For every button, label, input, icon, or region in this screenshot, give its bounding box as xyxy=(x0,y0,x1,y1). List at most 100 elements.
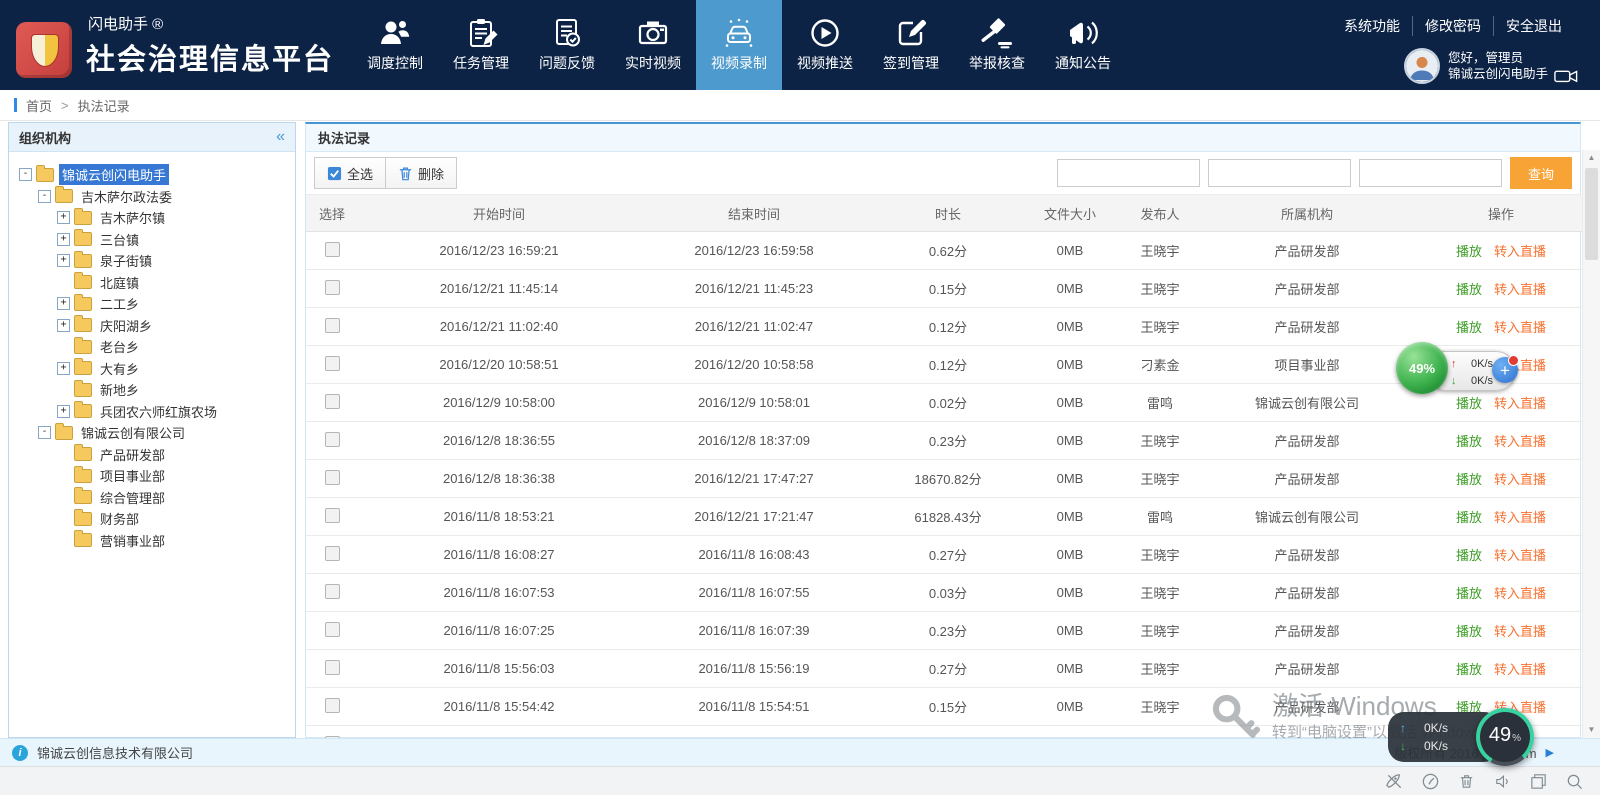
tree-expander-icon[interactable]: + xyxy=(57,405,70,418)
scroll-down-icon[interactable]: ▼ xyxy=(1583,722,1600,738)
live-link[interactable]: 转入直播 xyxy=(1494,472,1546,487)
status-expand-icon[interactable]: ▶ xyxy=(1546,746,1554,759)
search-input-3[interactable] xyxy=(1359,159,1502,187)
tree-node-label[interactable]: 营销事业部 xyxy=(97,530,168,551)
tree-node-label[interactable]: 产品研发部 xyxy=(97,444,168,465)
tree-node-label[interactable]: 三台镇 xyxy=(97,229,142,250)
row-checkbox[interactable] xyxy=(325,432,340,447)
row-checkbox[interactable] xyxy=(325,280,340,295)
vertical-scrollbar[interactable]: ▲ ▼ xyxy=(1582,150,1600,738)
tree-expander-icon[interactable]: - xyxy=(38,190,51,203)
tree-node-label[interactable]: 锦诚云创有限公司 xyxy=(78,422,188,443)
perf-usage-gauge[interactable]: 49 % xyxy=(1476,708,1534,766)
live-link[interactable]: 转入直播 xyxy=(1494,320,1546,335)
tree-node-label[interactable]: 吉木萨尔政法委 xyxy=(78,186,175,207)
live-link[interactable]: 转入直播 xyxy=(1494,510,1546,525)
play-link[interactable]: 播放 xyxy=(1456,586,1482,601)
row-checkbox[interactable] xyxy=(325,356,340,371)
play-link[interactable]: 播放 xyxy=(1456,472,1482,487)
row-checkbox[interactable] xyxy=(325,660,340,675)
tree-expander-icon[interactable]: + xyxy=(57,319,70,332)
play-link[interactable]: 播放 xyxy=(1456,434,1482,449)
play-link[interactable]: 播放 xyxy=(1456,282,1482,297)
scrollbar-thumb[interactable] xyxy=(1585,168,1598,260)
tree-expander-icon[interactable]: + xyxy=(57,233,70,246)
row-checkbox[interactable] xyxy=(325,242,340,257)
live-link[interactable]: 转入直播 xyxy=(1494,282,1546,297)
play-link[interactable]: 播放 xyxy=(1456,624,1482,639)
tree-expander-icon[interactable]: + xyxy=(57,362,70,375)
row-checkbox[interactable] xyxy=(325,508,340,523)
nav-item-dispatch-control[interactable]: 调度控制 xyxy=(352,0,438,90)
delete-button[interactable]: 删除 xyxy=(386,157,457,189)
org-cell: 产品研发部 xyxy=(1208,232,1406,270)
tree-node-label[interactable]: 财务部 xyxy=(97,508,142,529)
live-link[interactable]: 转入直播 xyxy=(1494,624,1546,639)
rocket-icon[interactable] xyxy=(1385,772,1404,791)
link-safe-logout[interactable]: 安全退出 xyxy=(1493,16,1574,36)
tree-node-label[interactable]: 综合管理部 xyxy=(97,487,168,508)
play-link[interactable]: 播放 xyxy=(1456,510,1482,525)
live-link[interactable]: 转入直播 xyxy=(1494,548,1546,563)
play-link[interactable]: 播放 xyxy=(1456,396,1482,411)
play-link[interactable]: 播放 xyxy=(1456,320,1482,335)
nav-item-notice-announcement[interactable]: 通知公告 xyxy=(1040,0,1126,90)
tree-expander-icon[interactable]: + xyxy=(57,254,70,267)
nav-item-realtime-video[interactable]: 实时视频 xyxy=(610,0,696,90)
nav-item-issue-feedback[interactable]: 问题反馈 xyxy=(524,0,610,90)
tree-node-label[interactable]: 兵团农六师红旗农场 xyxy=(97,401,220,422)
tree-node-label[interactable]: 新地乡 xyxy=(97,379,142,400)
live-link[interactable]: 转入直播 xyxy=(1494,662,1546,677)
nav-item-task-management[interactable]: 任务管理 xyxy=(438,0,524,90)
search-input-2[interactable] xyxy=(1208,159,1351,187)
scroll-up-icon[interactable]: ▲ xyxy=(1583,150,1600,166)
link-system-functions[interactable]: 系统功能 xyxy=(1332,16,1412,36)
file-size-cell: 0MB xyxy=(1028,270,1112,308)
live-link[interactable]: 转入直播 xyxy=(1494,244,1546,259)
nav-item-checkin-management[interactable]: 签到管理 xyxy=(868,0,954,90)
tree-node-label[interactable]: 庆阳湖乡 xyxy=(97,315,155,336)
tree-node-label[interactable]: 北庭镇 xyxy=(97,272,142,293)
play-link[interactable]: 播放 xyxy=(1456,244,1482,259)
row-checkbox[interactable] xyxy=(325,394,340,409)
volume-icon[interactable] xyxy=(1493,772,1512,791)
tree-expander-icon[interactable]: + xyxy=(57,211,70,224)
accelerate-button[interactable]: + xyxy=(1492,357,1518,383)
breadcrumb-home[interactable]: 首页 xyxy=(26,96,52,115)
row-checkbox[interactable] xyxy=(325,470,340,485)
tree-node-label[interactable]: 二工乡 xyxy=(97,293,142,314)
tree-expander-icon[interactable]: - xyxy=(19,168,32,181)
tree-node-label[interactable]: 吉木萨尔镇 xyxy=(97,207,168,228)
tree-node-label[interactable]: 锦诚云创闪电助手 xyxy=(59,164,169,185)
tree-node-label[interactable]: 大有乡 xyxy=(97,358,142,379)
tree-node-label[interactable]: 泉子街镇 xyxy=(97,250,155,271)
row-checkbox[interactable] xyxy=(325,318,340,333)
live-link[interactable]: 转入直播 xyxy=(1494,586,1546,601)
tree-node-label[interactable]: 老台乡 xyxy=(97,336,142,357)
collapse-sidebar-button[interactable]: « xyxy=(276,128,285,146)
restore-window-icon[interactable] xyxy=(1529,772,1548,791)
row-checkbox[interactable] xyxy=(325,622,340,637)
live-link[interactable]: 转入直播 xyxy=(1494,396,1546,411)
select-all-button[interactable]: 全选 xyxy=(314,157,386,189)
tree-expander-icon[interactable]: + xyxy=(57,297,70,310)
memory-usage-ball[interactable]: 49% xyxy=(1396,342,1448,394)
link-change-password[interactable]: 修改密码 xyxy=(1412,16,1493,36)
nav-item-video-push[interactable]: 视频推送 xyxy=(782,0,868,90)
play-link[interactable]: 播放 xyxy=(1456,548,1482,563)
search-input-1[interactable] xyxy=(1057,159,1200,187)
row-checkbox[interactable] xyxy=(325,546,340,561)
query-button[interactable]: 查询 xyxy=(1510,157,1572,189)
tree-expander-icon[interactable]: - xyxy=(38,426,51,439)
tree-node-label[interactable]: 项目事业部 xyxy=(97,465,168,486)
speed-gauge-icon[interactable] xyxy=(1421,772,1440,791)
row-checkbox[interactable] xyxy=(325,698,340,713)
live-link[interactable]: 转入直播 xyxy=(1494,434,1546,449)
nav-item-video-recording[interactable]: 视频录制 xyxy=(696,0,782,90)
row-checkbox[interactable] xyxy=(325,584,340,599)
nav-item-report-verification[interactable]: 举报核查 xyxy=(954,0,1040,90)
user-block[interactable]: 您好，管理员 锦诚云创闪电助手 xyxy=(1404,48,1578,84)
trash-icon[interactable] xyxy=(1457,772,1476,791)
search-icon[interactable] xyxy=(1565,772,1584,791)
play-link[interactable]: 播放 xyxy=(1456,662,1482,677)
